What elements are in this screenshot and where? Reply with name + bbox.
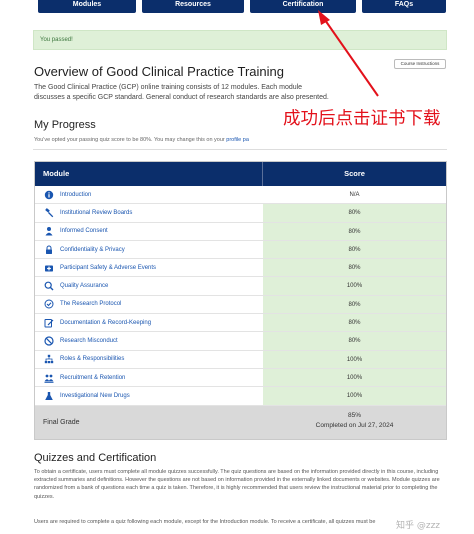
info-icon — [43, 189, 54, 200]
table-row: Participant Safety & Adverse Events 80% — [35, 259, 446, 278]
score-cell: 80% — [263, 295, 446, 314]
score-cell: 80% — [263, 332, 446, 350]
module-cell: Recruitment & Retention — [35, 368, 263, 387]
profile-page-link[interactable]: profile pa — [226, 137, 249, 143]
top-nav: Modules Resources Certification FAQs — [0, 0, 474, 14]
table-row: Institutional Review Boards 80% — [35, 204, 446, 223]
magnifier-icon — [43, 281, 54, 292]
module-link[interactable]: Confidentiality & Privacy — [60, 247, 125, 253]
final-grade-label: Final Grade — [35, 405, 263, 439]
flask-icon — [43, 390, 54, 401]
module-link[interactable]: Documentation & Record-Keeping — [60, 320, 151, 326]
table-row: Documentation & Record-Keeping 80% — [35, 314, 446, 333]
checkmark-circle-icon — [43, 299, 54, 310]
score-cell: 80% — [263, 222, 446, 240]
tab-modules[interactable]: Modules — [38, 0, 136, 13]
table-row: Quality Assurance 100% — [35, 277, 446, 296]
module-link[interactable]: Participant Safety & Adverse Events — [60, 265, 156, 271]
score-cell: N/A — [263, 186, 446, 204]
score-cell: 80% — [263, 240, 446, 259]
module-cell: The Research Protocol — [35, 295, 263, 314]
module-link[interactable]: Quality Assurance — [60, 283, 108, 289]
annotation-text: 成功后点击证书下载 — [283, 109, 441, 129]
table-row: Recruitment & Retention 100% — [35, 368, 446, 388]
table-row: Informed Consent 80% — [35, 222, 446, 241]
first-aid-kit-icon — [43, 262, 54, 273]
score-cell: 100% — [263, 350, 446, 368]
final-grade-score: 85% — [347, 411, 361, 419]
module-cell: Documentation & Record-Keeping — [35, 314, 263, 332]
quizzes-paragraph-1: To obtain a certificate, users must comp… — [34, 469, 440, 500]
score-cell: 100% — [263, 368, 446, 387]
quizzes-heading: Quizzes and Certification — [34, 452, 157, 464]
completion-date: Completed on Jul 27, 2024 — [315, 421, 394, 429]
module-cell: Investigational New Drugs — [35, 387, 263, 405]
table-row: Introduction N/A — [35, 186, 446, 205]
module-link[interactable]: Roles & Responsibilities — [60, 356, 124, 362]
score-cell: 80% — [263, 259, 446, 277]
passing-score-note: You've opted your passing quiz score to … — [34, 137, 249, 143]
table-row: Roles & Responsibilities 100% — [35, 350, 446, 369]
table-row: Investigational New Drugs 100% — [35, 387, 446, 406]
edit-document-icon — [43, 317, 54, 328]
quizzes-paragraph-2: Users are required to complete a quiz fo… — [34, 519, 376, 525]
table-row: Research Misconduct 80% — [35, 332, 446, 351]
module-cell: Research Misconduct — [35, 332, 263, 350]
module-link[interactable]: Investigational New Drugs — [60, 393, 130, 399]
module-link[interactable]: Research Misconduct — [60, 338, 118, 344]
progress-heading: My Progress — [34, 119, 96, 131]
success-alert: You passed! — [33, 30, 447, 50]
table-row: The Research Protocol 80% — [35, 295, 446, 315]
module-cell: Confidentiality & Privacy — [35, 240, 263, 259]
page-title: Overview of Good Clinical Practice Train… — [34, 64, 284, 79]
score-cell: 100% — [263, 387, 446, 405]
score-column-header: Score — [344, 169, 365, 178]
module-cell: Institutional Review Boards — [35, 204, 263, 222]
module-link[interactable]: Informed Consent — [60, 228, 108, 234]
course-intro: The Good Clinical Practice (GCP) online … — [34, 84, 329, 101]
table-header: Module Score — [35, 162, 446, 186]
people-group-icon — [43, 372, 54, 383]
progress-table: Module Score Introduction N/A Institutiona… — [34, 161, 447, 440]
module-column-header: Module — [35, 162, 263, 186]
course-instructions-button[interactable]: Course Instructions — [394, 59, 446, 69]
module-link[interactable]: Introduction — [60, 192, 91, 198]
module-link[interactable]: Recruitment & Retention — [60, 375, 125, 381]
score-cell: 80% — [263, 204, 446, 222]
final-grade-cell: 85% Completed on Jul 27, 2024 — [263, 405, 446, 439]
divider — [33, 149, 447, 150]
final-grade-row: Final Grade 85% Completed on Jul 27, 202… — [35, 405, 446, 439]
watermark: 知乎 @zzz — [396, 521, 441, 531]
module-cell: Informed Consent — [35, 222, 263, 240]
module-cell: Quality Assurance — [35, 277, 263, 295]
module-cell: Participant Safety & Adverse Events — [35, 259, 263, 277]
passing-score-text: You've opted your passing quiz score to … — [34, 137, 225, 143]
tab-resources[interactable]: Resources — [142, 0, 244, 13]
prohibited-icon — [43, 336, 54, 347]
module-link[interactable]: The Research Protocol — [60, 301, 121, 307]
module-cell: Introduction — [35, 186, 263, 204]
tab-faqs[interactable]: FAQs — [362, 0, 446, 13]
score-cell: 80% — [263, 314, 446, 332]
gavel-icon — [43, 207, 54, 218]
table-row: Confidentiality & Privacy 80% — [35, 240, 446, 260]
module-link[interactable]: Institutional Review Boards — [60, 210, 132, 216]
module-cell: Roles & Responsibilities — [35, 350, 263, 368]
lock-icon — [43, 244, 54, 255]
tab-certification[interactable]: Certification — [250, 0, 356, 13]
sitemap-icon — [43, 354, 54, 365]
score-cell: 100% — [263, 277, 446, 295]
person-icon — [43, 226, 54, 237]
